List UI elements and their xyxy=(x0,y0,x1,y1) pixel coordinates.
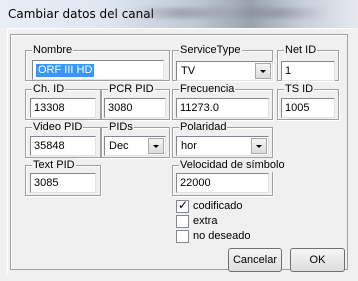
extra-label: extra xyxy=(193,215,218,227)
service-type-label: ServiceType xyxy=(179,43,242,57)
frecuencia-input[interactable] xyxy=(177,99,268,117)
ch-id-input[interactable] xyxy=(31,99,95,117)
pcr-pid-field[interactable] xyxy=(104,98,166,118)
nombre-label: Nombre xyxy=(32,43,74,57)
polaridad-combo[interactable]: hor xyxy=(176,136,269,156)
service-type-value: TV xyxy=(181,65,196,77)
title-bar[interactable]: Cambiar datos del canal xyxy=(0,0,358,28)
frecuencia-label: Frecuencia xyxy=(179,82,236,96)
pids-value: Dec xyxy=(109,140,129,152)
velocidad-field[interactable] xyxy=(176,173,269,193)
nombre-selection: ORF III HD xyxy=(36,64,95,77)
ok-button[interactable]: OK xyxy=(290,248,345,272)
ts-id-input[interactable] xyxy=(282,99,334,117)
ts-id-label: TS ID xyxy=(284,82,315,96)
video-pid-label: Video PID xyxy=(32,120,84,134)
chevron-down-icon[interactable] xyxy=(251,138,267,154)
title-bar-blur xyxy=(130,8,330,18)
no-deseado-label: no deseado xyxy=(193,230,251,242)
pids-combo[interactable]: Dec xyxy=(104,136,166,156)
text-pid-input[interactable] xyxy=(31,174,95,192)
checkbox-unchecked-icon[interactable] xyxy=(176,215,189,228)
frecuencia-field[interactable] xyxy=(176,98,269,118)
chevron-down-icon[interactable] xyxy=(148,138,164,154)
pids-label: PIDs xyxy=(108,120,134,134)
velocidad-input[interactable] xyxy=(177,174,268,192)
chevron-down-icon[interactable] xyxy=(255,63,271,79)
cancel-button[interactable]: Cancelar xyxy=(228,248,282,272)
ts-id-field[interactable] xyxy=(281,98,335,118)
net-id-field[interactable] xyxy=(281,61,335,81)
velocidad-label: Velocidad de símbolo xyxy=(179,158,286,172)
nombre-field[interactable]: ORF III HD xyxy=(32,60,164,80)
video-pid-input[interactable] xyxy=(31,137,95,155)
checkbox-checked-icon[interactable] xyxy=(176,198,189,213)
pcr-pid-input[interactable] xyxy=(105,99,165,117)
net-id-label: Net ID xyxy=(284,43,318,57)
text-pid-label: Text PID xyxy=(32,158,76,172)
service-type-combo[interactable]: TV xyxy=(176,61,273,81)
checkbox-unchecked-icon[interactable] xyxy=(176,230,189,243)
polaridad-value: hor xyxy=(181,140,197,152)
codificado-label: codificado xyxy=(193,200,243,212)
ch-id-label: Ch. ID xyxy=(32,82,66,96)
dialog-window: Cambiar datos del canal Nombre ORF III H… xyxy=(0,0,358,281)
pcr-pid-label: PCR PID xyxy=(108,82,155,96)
video-pid-field[interactable] xyxy=(30,136,96,156)
ch-id-field[interactable] xyxy=(30,98,96,118)
polaridad-label: Polaridad xyxy=(179,120,228,134)
net-id-input[interactable] xyxy=(282,62,334,80)
text-pid-field[interactable] xyxy=(30,173,96,193)
